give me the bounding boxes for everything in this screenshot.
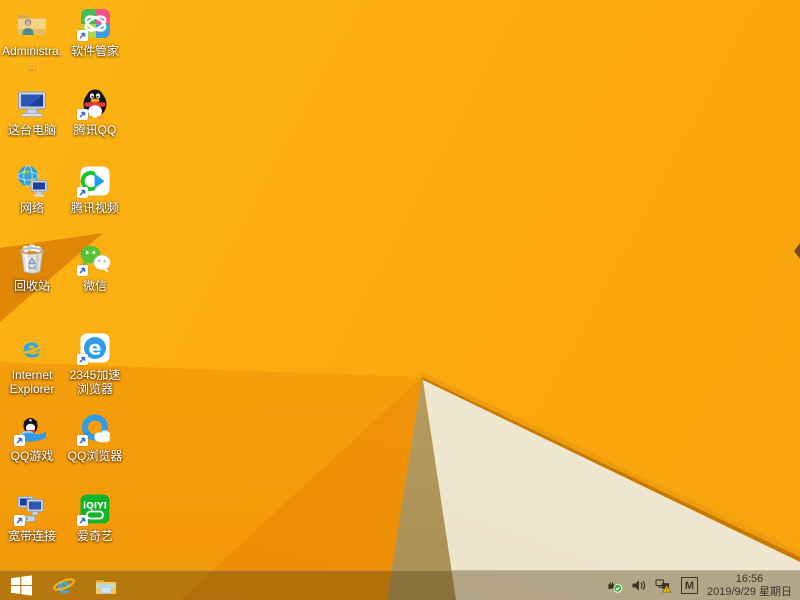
ime-indicator[interactable]: M [681, 577, 698, 594]
shortcut-arrow-badge [77, 435, 88, 446]
desktop-icon-tencent-qq[interactable]: 腾讯QQ [64, 85, 126, 137]
svg-text:e: e [89, 338, 102, 360]
desktop-icon-qq-browser[interactable]: QQ浏览器 [64, 411, 126, 463]
desktop-icon-network[interactable]: 网络 [1, 163, 63, 215]
icon-label: 这台电脑 [7, 123, 56, 137]
this-pc-icon [18, 91, 46, 117]
taskbar-file-explorer[interactable] [85, 571, 127, 600]
icon-label: 爱奇艺 [76, 529, 113, 543]
icon-label: Administra... [1, 44, 63, 72]
svg-text:iQIYI: iQIYI [83, 502, 107, 512]
icon-label: 回收站 [13, 279, 50, 293]
icon-label: 网络 [19, 201, 44, 215]
icon-label: 腾讯QQ [73, 123, 117, 137]
internet-explorer-icon: e [53, 574, 75, 598]
network-warning-icon[interactable] [655, 578, 672, 593]
start-button[interactable] [0, 571, 43, 600]
desktop-icon-qq-games[interactable]: QQ游戏 [1, 411, 63, 463]
shortcut-arrow-badge [77, 354, 88, 365]
file-explorer-icon [96, 577, 116, 594]
desktop-screen: Administra... 软件管家 这台电脑 腾讯QQ 网络 腾讯视频 回收站… [0, 0, 800, 600]
taskbar-internet-explorer[interactable]: e [43, 571, 85, 600]
shortcut-arrow-badge [77, 265, 88, 276]
shortcut-arrow-badge [14, 435, 25, 446]
shortcut-arrow-badge [77, 187, 88, 198]
desktop-icon-broadband[interactable]: 宽带连接 [1, 491, 63, 543]
desktop-icon-recycle-bin[interactable]: 回收站 [1, 241, 63, 293]
desktop-icon-internet-explorer[interactable]: e Internet Explorer [1, 330, 63, 396]
icon-label: Internet Explorer [9, 368, 55, 396]
taskbar-clock[interactable]: 16:56 2019/9/29 星期日 [707, 573, 792, 599]
desktop-icon-browser-2345[interactable]: e 2345加速浏览器 [64, 330, 126, 396]
user-folder-icon [18, 15, 46, 35]
icon-label: QQ游戏 [10, 449, 54, 463]
desktop-icon-this-pc[interactable]: 这台电脑 [1, 85, 63, 137]
taskbar-left: e [0, 571, 127, 600]
desktop-icon-tencent-video[interactable]: 腾讯视频 [64, 163, 126, 215]
volume-icon[interactable] [631, 578, 646, 593]
clock-date: 2019/9/29 星期日 [707, 585, 792, 598]
desktop-icon-user-folder[interactable]: Administra... [1, 6, 63, 72]
desktop-icon-iqiyi[interactable]: iQIYI 爱奇艺 [64, 491, 126, 543]
network-icon [17, 165, 48, 197]
desktop-icon-software-manager[interactable]: 软件管家 [64, 6, 126, 58]
icon-label: 2345加速浏览器 [69, 368, 121, 396]
usb-safely-remove-icon[interactable] [607, 578, 622, 593]
system-tray: M 16:56 2019/9/29 星期日 [607, 571, 800, 600]
recycle-bin-icon [20, 244, 44, 274]
internet-explorer-icon: e [17, 333, 47, 364]
icon-label: 软件管家 [70, 44, 119, 58]
shortcut-arrow-badge [77, 515, 88, 526]
icon-label: 宽带连接 [7, 529, 56, 543]
icon-label: QQ浏览器 [67, 449, 123, 463]
windows-logo-icon [11, 575, 32, 596]
shortcut-arrow-badge [77, 30, 88, 41]
icon-label: 微信 [82, 279, 107, 293]
desktop-icon-wechat[interactable]: 微信 [64, 241, 126, 293]
taskbar: e M 16:56 2019/9/29 星期日 [0, 570, 800, 600]
icon-label: 腾讯视频 [70, 201, 119, 215]
shortcut-arrow-badge [14, 515, 25, 526]
shortcut-arrow-badge [77, 109, 88, 120]
clock-time: 16:56 [735, 572, 764, 585]
